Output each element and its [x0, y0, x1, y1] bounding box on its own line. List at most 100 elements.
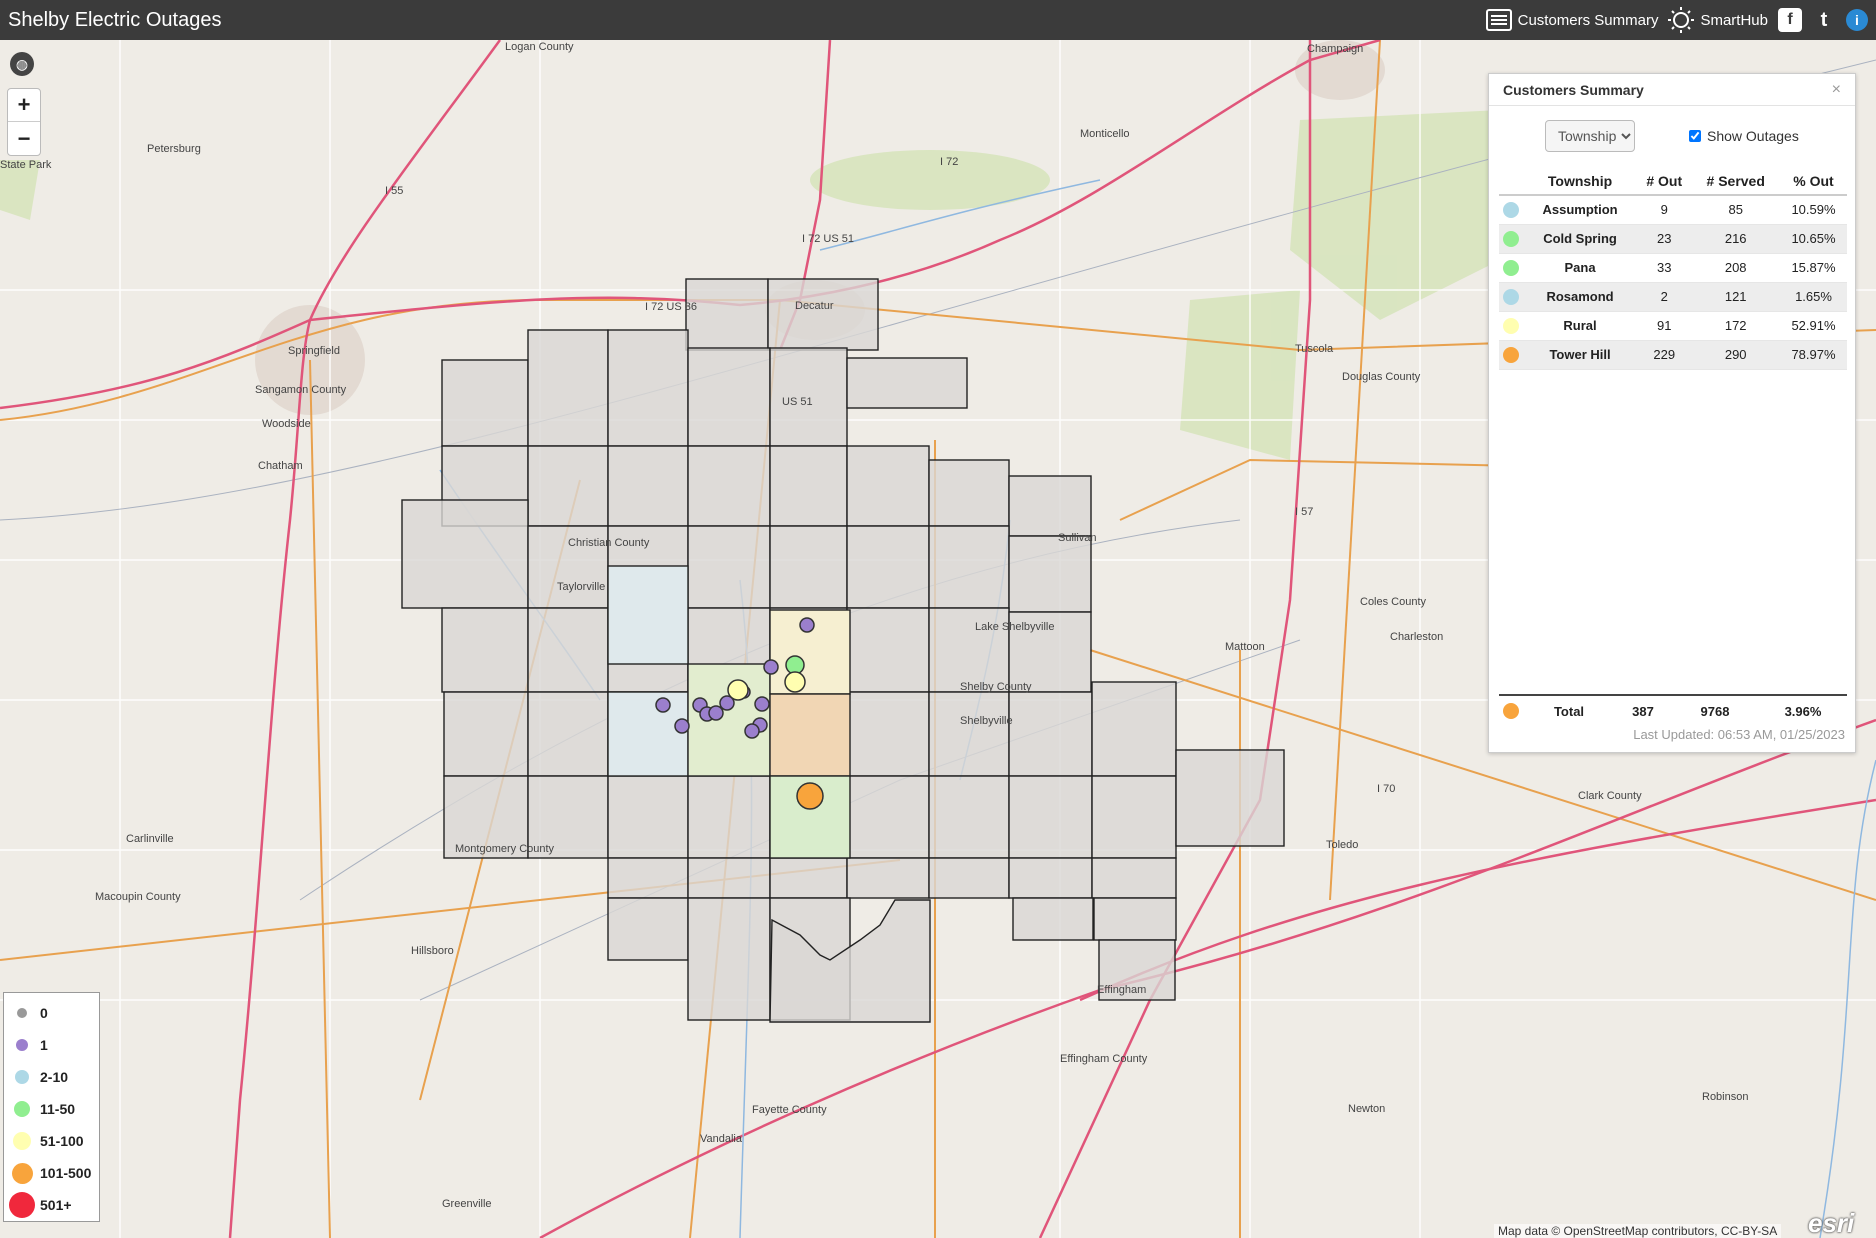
- township-polygon[interactable]: [687, 445, 771, 527]
- township-polygon[interactable]: [928, 459, 1010, 527]
- township-polygon-outage[interactable]: [769, 693, 851, 777]
- township-polygon[interactable]: [687, 525, 771, 609]
- township-polygon[interactable]: [846, 357, 968, 409]
- township-polygon[interactable]: [1008, 775, 1093, 859]
- township-polygon-outage[interactable]: [607, 565, 689, 665]
- township-polygon[interactable]: [1008, 857, 1093, 899]
- row-township: Tower Hill: [1523, 340, 1638, 370]
- info-icon[interactable]: i: [1846, 9, 1868, 31]
- outage-marker[interactable]: [744, 723, 760, 739]
- summary-row[interactable]: Assumption 9 85 10.59%: [1499, 195, 1847, 225]
- township-polygon[interactable]: [1175, 749, 1285, 847]
- township-polygon[interactable]: [846, 445, 930, 527]
- map-label: Springfield: [288, 345, 340, 357]
- township-polygon[interactable]: [441, 607, 529, 693]
- row-color-dot: [1503, 259, 1519, 276]
- map-label: Effingham County: [1060, 1053, 1148, 1065]
- row-out: 2: [1637, 282, 1692, 312]
- row-pct: 10.65%: [1780, 224, 1847, 254]
- township-polygon[interactable]: [527, 607, 609, 693]
- zoom-in-button[interactable]: +: [8, 89, 40, 122]
- outage-marker[interactable]: [708, 705, 724, 721]
- map-label: Decatur: [795, 300, 834, 312]
- row-color-dot: [1503, 346, 1519, 363]
- township-polygon[interactable]: [607, 775, 689, 859]
- map-label: Sullivan: [1058, 532, 1097, 544]
- outage-marker[interactable]: [796, 782, 824, 810]
- township-polygon[interactable]: [1091, 857, 1177, 899]
- township-polygon[interactable]: [767, 278, 879, 351]
- summary-row[interactable]: Pana 33 208 15.87%: [1499, 253, 1847, 283]
- customers-summary-button[interactable]: Customers Summary: [1485, 9, 1658, 31]
- summary-row[interactable]: Rosamond 2 121 1.65%: [1499, 282, 1847, 312]
- township-polygon[interactable]: [928, 525, 1010, 609]
- township-polygon[interactable]: [443, 691, 529, 777]
- township-polygon[interactable]: [846, 775, 930, 859]
- township-polygon[interactable]: [1008, 475, 1092, 537]
- legend-dot-wrap: [4, 1039, 40, 1051]
- township-polygon[interactable]: [1008, 535, 1092, 613]
- township-polygon[interactable]: [769, 857, 848, 899]
- township-polygon[interactable]: [1012, 897, 1094, 941]
- township-polygon-outage[interactable]: [607, 691, 689, 777]
- township-polygon[interactable]: [441, 359, 529, 447]
- township-polygon[interactable]: [607, 445, 689, 527]
- township-polygon[interactable]: [527, 445, 609, 527]
- show-outages-toggle[interactable]: Show Outages: [1689, 128, 1799, 144]
- township-polygon[interactable]: [607, 329, 689, 447]
- outage-marker[interactable]: [784, 671, 806, 693]
- panel-header: Customers Summary ×: [1489, 74, 1855, 106]
- legend-dot: [9, 1192, 35, 1218]
- township-polygon[interactable]: [607, 857, 689, 899]
- township-polygon[interactable]: [687, 347, 771, 447]
- township-polygon[interactable]: [1091, 681, 1177, 777]
- outage-marker[interactable]: [754, 696, 770, 712]
- township-polygon[interactable]: [769, 445, 848, 527]
- township-polygon[interactable]: [687, 857, 771, 899]
- township-polygon[interactable]: [846, 857, 930, 899]
- outage-marker[interactable]: [655, 697, 671, 713]
- legend-dot: [17, 1008, 27, 1018]
- summary-row[interactable]: Tower Hill 229 290 78.97%: [1499, 340, 1847, 370]
- township-polygon[interactable]: [685, 278, 769, 351]
- township-polygon[interactable]: [928, 775, 1010, 859]
- township-polygon[interactable]: [769, 525, 848, 609]
- outage-marker[interactable]: [674, 718, 690, 734]
- row-color-cell: [1499, 253, 1523, 283]
- outage-marker[interactable]: [719, 695, 735, 711]
- row-township: Rural: [1523, 311, 1638, 341]
- show-outages-checkbox[interactable]: [1689, 130, 1701, 142]
- row-color-cell: [1499, 311, 1523, 341]
- zoom-out-button[interactable]: −: [8, 122, 40, 155]
- township-polygon[interactable]: [687, 897, 771, 1021]
- township-polygon[interactable]: [846, 607, 930, 693]
- summary-row[interactable]: Cold Spring 23 216 10.65%: [1499, 224, 1847, 254]
- township-polygon[interactable]: [846, 691, 930, 777]
- map-label: Clark County: [1578, 790, 1642, 802]
- summary-row[interactable]: Rural 91 172 52.91%: [1499, 311, 1847, 341]
- township-polygon[interactable]: [1093, 897, 1177, 941]
- township-polygon[interactable]: [846, 525, 930, 609]
- legend-dot: [16, 1039, 28, 1051]
- outage-marker[interactable]: [799, 617, 815, 633]
- twitter-icon[interactable]: t: [1812, 8, 1836, 32]
- township-polygon[interactable]: [928, 857, 1010, 899]
- township-polygon[interactable]: [1091, 775, 1177, 859]
- township-polygon[interactable]: [401, 499, 529, 609]
- township-polygon[interactable]: [928, 691, 1010, 777]
- township-polygon[interactable]: [687, 775, 771, 859]
- map-label: I 72 US 51: [802, 233, 854, 245]
- township-polygon[interactable]: [527, 329, 609, 447]
- smarthub-button[interactable]: SmartHub: [1668, 7, 1768, 33]
- basemap-globe-icon[interactable]: ◍: [10, 52, 34, 76]
- township-polygon[interactable]: [527, 691, 609, 777]
- township-polygon[interactable]: [607, 897, 689, 961]
- outage-marker[interactable]: [763, 659, 779, 675]
- facebook-icon[interactable]: f: [1778, 8, 1802, 32]
- customers-summary-panel: Customers Summary × Township Show Outage…: [1488, 73, 1856, 753]
- group-by-select[interactable]: Township: [1545, 120, 1635, 152]
- close-icon[interactable]: ×: [1832, 81, 1841, 99]
- township-polygon[interactable]: [1008, 691, 1093, 777]
- panel-title: Customers Summary: [1503, 81, 1644, 98]
- map-label: State Park: [0, 159, 52, 171]
